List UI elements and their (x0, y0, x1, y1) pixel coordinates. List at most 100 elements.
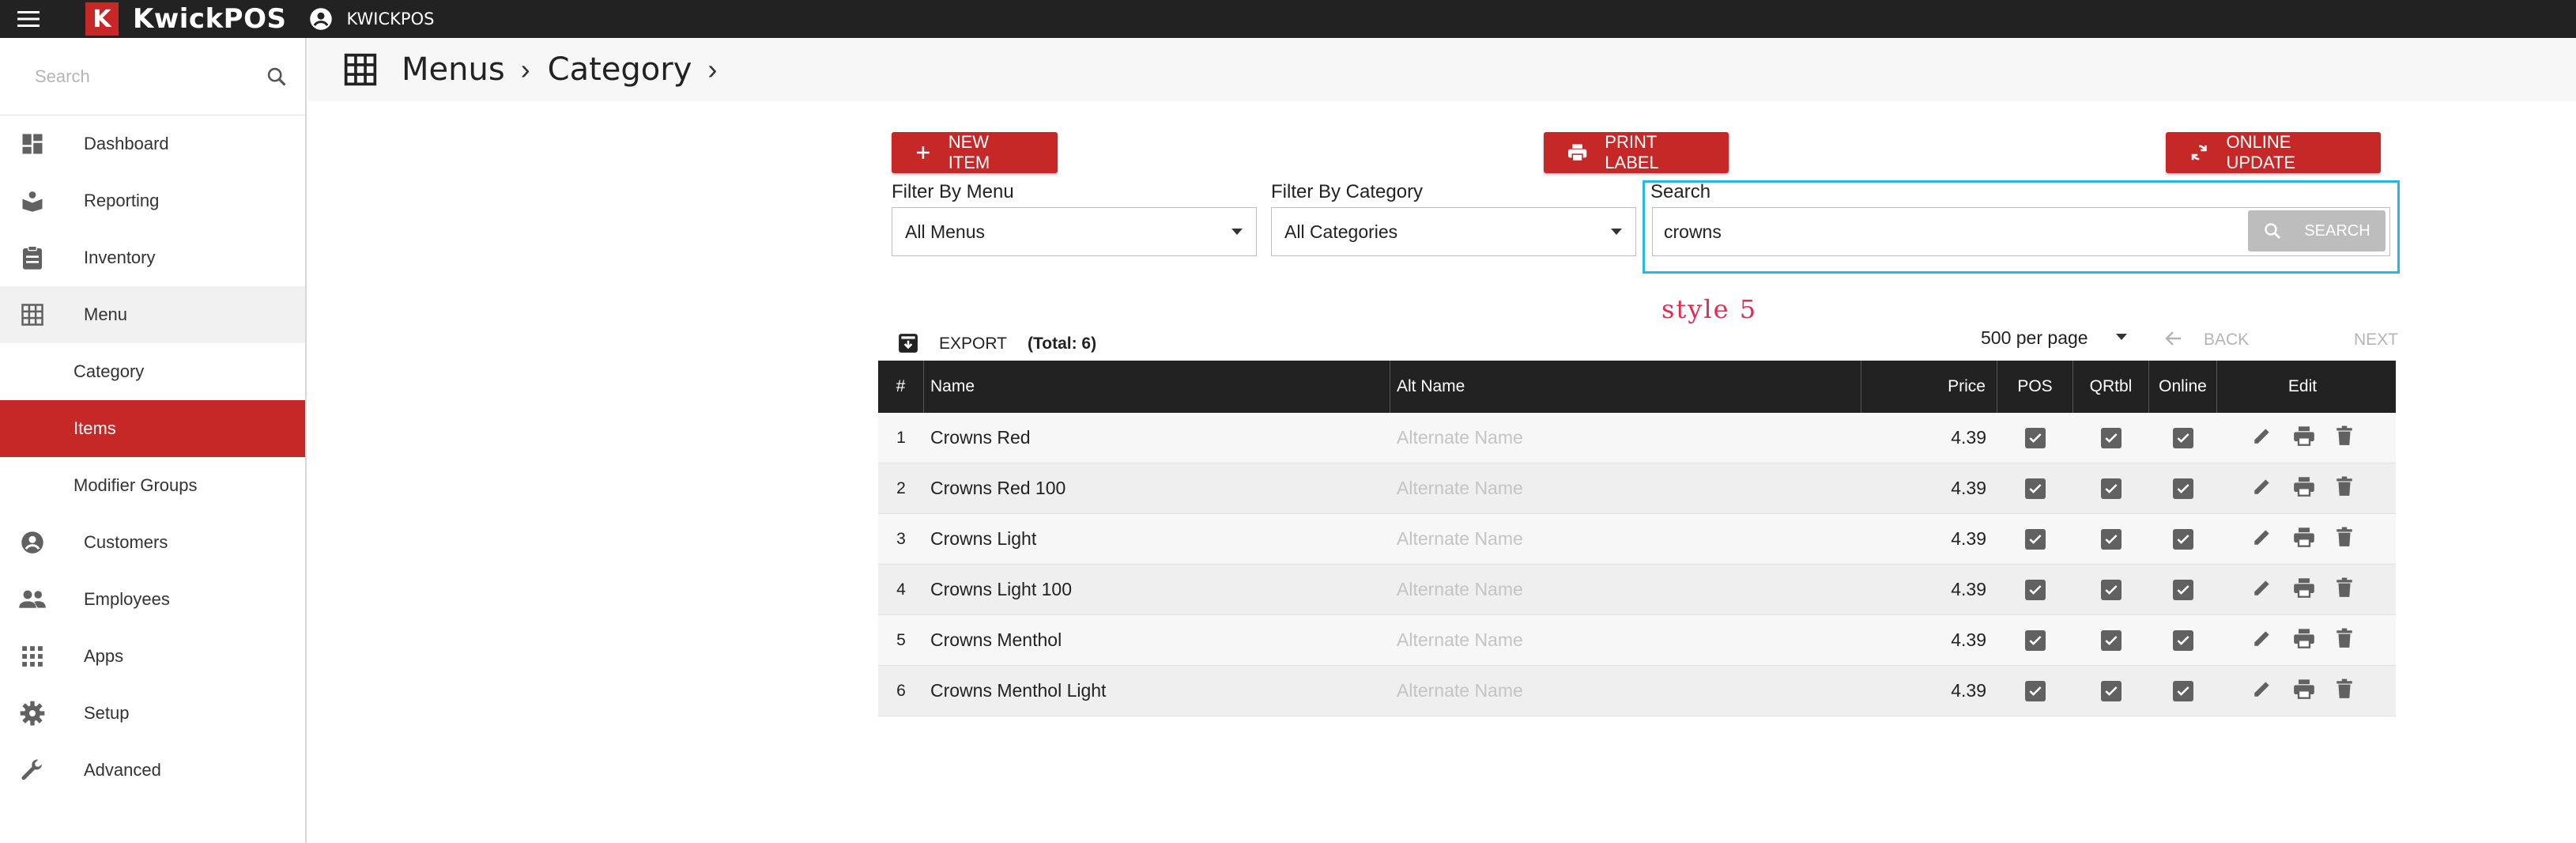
item-name[interactable]: Crowns Menthol (924, 615, 1390, 665)
table-row[interactable]: 3 Crowns Light Alternate Name 4.39 (878, 514, 2396, 565)
pos-checkbox[interactable] (2025, 427, 2046, 448)
qrtbl-checkbox[interactable] (2101, 528, 2122, 550)
sidebar-item-label: Customers (84, 532, 168, 552)
sidebar-item-label: Category (74, 361, 145, 381)
breadcrumb-menus[interactable]: Menus (402, 51, 505, 88)
pencil-icon[interactable] (2252, 679, 2272, 704)
new-item-button[interactable]: NEW ITEM (892, 132, 1058, 173)
item-name[interactable]: Crowns Red 100 (924, 463, 1390, 513)
table-row[interactable]: 6 Crowns Menthol Light Alternate Name 4.39 (878, 666, 2396, 716)
sidebar-item-category[interactable]: Category (0, 343, 305, 400)
dropdown-arrow-icon[interactable] (2115, 333, 2128, 341)
sidebar-item-customers[interactable]: Customers (0, 514, 305, 571)
item-price[interactable]: 4.39 (1861, 514, 1997, 564)
column-header[interactable]: Alt Name (1390, 361, 1861, 413)
printer-icon[interactable] (2293, 628, 2315, 653)
trash-icon[interactable] (2336, 679, 2353, 704)
sidebar-item-reporting[interactable]: Reporting (0, 172, 305, 229)
table-row[interactable]: 1 Crowns Red Alternate Name 4.39 (878, 413, 2396, 463)
online-checkbox[interactable] (2173, 579, 2193, 600)
trash-icon[interactable] (2336, 628, 2353, 653)
column-header[interactable]: Price (1861, 361, 1997, 413)
qrtbl-checkbox[interactable] (2101, 629, 2122, 651)
qrtbl-checkbox[interactable] (2101, 579, 2122, 600)
archive-icon[interactable] (898, 333, 918, 353)
sidebar-item-setup[interactable]: Setup (0, 685, 305, 742)
online-checkbox[interactable] (2173, 629, 2193, 651)
qrtbl-checkbox[interactable] (2101, 478, 2122, 499)
hamburger-menu-icon[interactable] (0, 0, 57, 38)
filter-menu-select[interactable]: All Menus (892, 207, 1257, 256)
alt-name-field[interactable]: Alternate Name (1390, 565, 1861, 614)
user-name[interactable]: KWICKPOS (347, 9, 435, 28)
online-checkbox[interactable] (2173, 680, 2193, 701)
search-button[interactable]: SEARCH (2248, 210, 2386, 251)
item-name[interactable]: Crowns Menthol Light (924, 666, 1390, 716)
printer-icon[interactable] (2293, 527, 2315, 552)
sidebar-item-label: Dashboard (84, 134, 169, 153)
sidebar-item-items[interactable]: Items (0, 400, 305, 457)
alt-name-field[interactable]: Alternate Name (1390, 463, 1861, 513)
per-page-select[interactable]: 500 per page (1981, 327, 2088, 349)
item-price[interactable]: 4.39 (1861, 615, 1997, 665)
brand-logo[interactable]: K KwickPOS (85, 2, 287, 36)
online-checkbox[interactable] (2173, 528, 2193, 550)
online-update-button[interactable]: ONLINE UPDATE (2166, 132, 2381, 173)
back-button[interactable]: BACK (2204, 331, 2249, 350)
item-name[interactable]: Crowns Light 100 (924, 565, 1390, 614)
pos-checkbox[interactable] (2025, 680, 2046, 701)
table-row[interactable]: 4 Crowns Light 100 Alternate Name 4.39 (878, 565, 2396, 615)
printer-icon[interactable] (2293, 577, 2315, 603)
item-price[interactable]: 4.39 (1861, 413, 1997, 463)
filter-category-select[interactable]: All Categories (1271, 207, 1636, 256)
pencil-icon[interactable] (2252, 628, 2272, 653)
item-name[interactable]: Crowns Red (924, 413, 1390, 463)
sidebar-item-advanced[interactable]: Advanced (0, 742, 305, 799)
account-icon[interactable] (309, 7, 333, 31)
trash-icon[interactable] (2336, 425, 2353, 451)
sidebar-item-inventory[interactable]: Inventory (0, 229, 305, 286)
sidebar-item-menu[interactable]: Menu (0, 286, 305, 343)
sidebar-item-apps[interactable]: Apps (0, 628, 305, 685)
sidebar-search-input[interactable]: Search (35, 66, 266, 87)
online-checkbox[interactable] (2173, 478, 2193, 499)
pencil-icon[interactable] (2252, 425, 2272, 451)
print-label-button[interactable]: PRINT LABEL (1544, 132, 1729, 173)
pencil-icon[interactable] (2252, 527, 2272, 552)
item-price[interactable]: 4.39 (1861, 565, 1997, 614)
sidebar-item-dashboard[interactable]: Dashboard (0, 115, 305, 172)
export-button[interactable]: EXPORT (939, 335, 1007, 353)
qrtbl-checkbox[interactable] (2101, 680, 2122, 701)
pos-checkbox[interactable] (2025, 629, 2046, 651)
item-price[interactable]: 4.39 (1861, 463, 1997, 513)
printer-icon[interactable] (2293, 679, 2315, 704)
alt-name-field[interactable]: Alternate Name (1390, 514, 1861, 564)
trash-icon[interactable] (2336, 476, 2353, 501)
pos-checkbox[interactable] (2025, 579, 2046, 600)
sidebar-search[interactable]: Search (0, 38, 305, 115)
pencil-icon[interactable] (2252, 577, 2272, 603)
next-button[interactable]: NEXT (2354, 331, 2398, 350)
printer-icon[interactable] (2293, 476, 2315, 501)
search-icon[interactable] (266, 66, 288, 88)
alt-name-field[interactable]: Alternate Name (1390, 413, 1861, 463)
pos-checkbox[interactable] (2025, 528, 2046, 550)
printer-icon[interactable] (2293, 425, 2315, 451)
breadcrumb-category[interactable]: Category (548, 51, 692, 88)
alt-name-field[interactable]: Alternate Name (1390, 666, 1861, 716)
alt-name-field[interactable]: Alternate Name (1390, 615, 1861, 665)
sidebar-item-modifier-groups[interactable]: Modifier Groups (0, 457, 305, 514)
pencil-icon[interactable] (2252, 476, 2272, 501)
online-checkbox[interactable] (2173, 427, 2193, 448)
pos-checkbox[interactable] (2025, 478, 2046, 499)
sidebar-item-employees[interactable]: Employees (0, 571, 305, 628)
trash-icon[interactable] (2336, 527, 2353, 552)
table-row[interactable]: 2 Crowns Red 100 Alternate Name 4.39 (878, 463, 2396, 514)
row-number: 2 (896, 478, 906, 497)
qrtbl-checkbox[interactable] (2101, 427, 2122, 448)
column-header[interactable]: Name (924, 361, 1390, 413)
item-name[interactable]: Crowns Light (924, 514, 1390, 564)
item-price[interactable]: 4.39 (1861, 666, 1997, 716)
trash-icon[interactable] (2336, 577, 2353, 603)
table-row[interactable]: 5 Crowns Menthol Alternate Name 4.39 (878, 615, 2396, 666)
